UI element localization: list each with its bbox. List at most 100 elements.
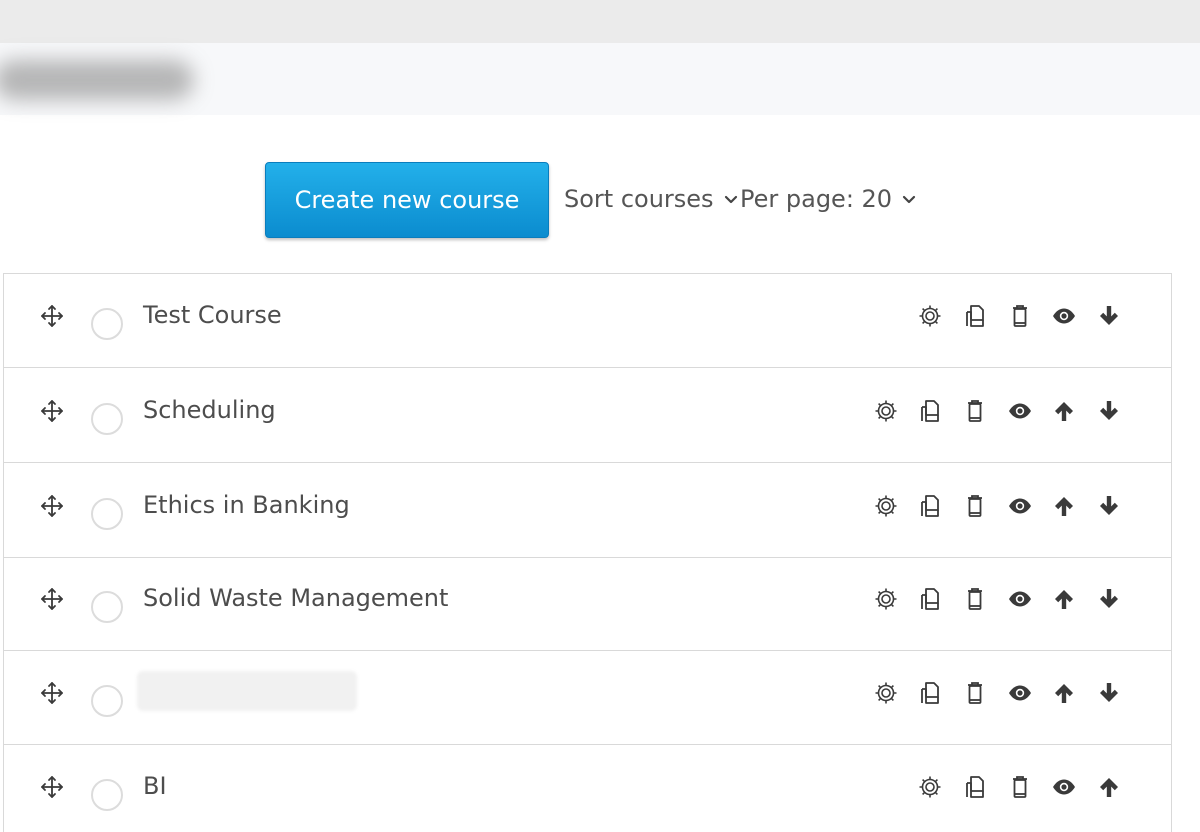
course-row — [4, 651, 1171, 745]
copy-icon — [917, 398, 943, 424]
eye-icon — [1007, 680, 1033, 706]
eye-icon — [1051, 303, 1077, 329]
edit-settings-button[interactable] — [873, 586, 899, 612]
delete-icon — [1007, 774, 1033, 800]
arrow-down-icon — [1096, 680, 1122, 706]
create-new-course-button[interactable]: Create new course — [265, 162, 549, 238]
course-select-checkbox[interactable] — [91, 779, 123, 811]
course-name-link[interactable]: BI — [143, 772, 167, 800]
course-row: Scheduling — [4, 369, 1171, 463]
move-up-button[interactable] — [1051, 586, 1077, 612]
eye-icon — [1051, 774, 1077, 800]
course-select-checkbox[interactable] — [91, 498, 123, 530]
arrow-up-icon — [1051, 398, 1077, 424]
delete-course-button[interactable] — [962, 398, 988, 424]
gear-icon — [873, 398, 899, 424]
delete-icon — [1007, 303, 1033, 329]
move-down-button[interactable] — [1096, 493, 1122, 519]
edit-settings-button[interactable] — [917, 774, 943, 800]
delete-course-button[interactable] — [1007, 774, 1033, 800]
course-name-link[interactable]: Solid Waste Management — [143, 584, 448, 612]
copy-course-button[interactable] — [962, 303, 988, 329]
move-up-button[interactable] — [1051, 493, 1077, 519]
move-up-button[interactable] — [1051, 398, 1077, 424]
delete-icon — [962, 398, 988, 424]
delete-course-button[interactable] — [962, 493, 988, 519]
toggle-visibility-button[interactable] — [1007, 586, 1033, 612]
copy-icon — [962, 774, 988, 800]
move-icon[interactable] — [40, 587, 64, 611]
arrow-down-icon — [1096, 586, 1122, 612]
chevron-down-icon — [724, 195, 737, 204]
toggle-visibility-button[interactable] — [1051, 303, 1077, 329]
course-select-checkbox[interactable] — [91, 403, 123, 435]
eye-icon — [1007, 493, 1033, 519]
sort-courses-label: Sort courses — [564, 185, 714, 213]
arrow-up-icon — [1096, 774, 1122, 800]
move-icon[interactable] — [40, 304, 64, 328]
delete-icon — [962, 493, 988, 519]
course-toolbar: Create new course Sort courses Per page:… — [0, 162, 1200, 238]
move-icon[interactable] — [40, 681, 64, 705]
browser-top-strip — [0, 0, 1200, 43]
arrow-up-icon — [1051, 586, 1077, 612]
delete-course-button[interactable] — [962, 586, 988, 612]
course-row: Solid Waste Management — [4, 557, 1171, 651]
copy-course-button[interactable] — [917, 680, 943, 706]
copy-course-button[interactable] — [917, 398, 943, 424]
course-name-link[interactable]: Test Course — [143, 301, 282, 329]
edit-settings-button[interactable] — [873, 398, 899, 424]
toggle-visibility-button[interactable] — [1007, 398, 1033, 424]
delete-icon — [962, 680, 988, 706]
course-row: Ethics in Banking — [4, 464, 1171, 558]
course-row: Test Course — [4, 274, 1171, 368]
eye-icon — [1007, 398, 1033, 424]
copy-course-button[interactable] — [917, 586, 943, 612]
course-list: Test Course Scheduling Ethics in Banking So… — [3, 273, 1172, 832]
gear-icon — [873, 586, 899, 612]
move-icon[interactable] — [40, 494, 64, 518]
arrow-down-icon — [1096, 398, 1122, 424]
edit-settings-button[interactable] — [873, 680, 899, 706]
move-down-button[interactable] — [1096, 303, 1122, 329]
course-name-link[interactable]: Scheduling — [143, 396, 276, 424]
gear-icon — [917, 303, 943, 329]
gear-icon — [873, 493, 899, 519]
copy-icon — [962, 303, 988, 329]
move-down-button[interactable] — [1096, 680, 1122, 706]
copy-course-button[interactable] — [962, 774, 988, 800]
per-page-label: Per page: 20 — [740, 185, 893, 213]
move-icon[interactable] — [40, 775, 64, 799]
copy-icon — [917, 680, 943, 706]
gear-icon — [917, 774, 943, 800]
toggle-visibility-button[interactable] — [1007, 680, 1033, 706]
course-select-checkbox[interactable] — [91, 685, 123, 717]
eye-icon — [1007, 586, 1033, 612]
toggle-visibility-button[interactable] — [1007, 493, 1033, 519]
delete-course-button[interactable] — [1007, 303, 1033, 329]
move-down-button[interactable] — [1096, 398, 1122, 424]
course-select-checkbox[interactable] — [91, 308, 123, 340]
arrow-down-icon — [1096, 493, 1122, 519]
redacted-header-title — [0, 60, 194, 100]
copy-course-button[interactable] — [917, 493, 943, 519]
course-row: BI — [4, 745, 1171, 832]
move-up-button[interactable] — [1096, 774, 1122, 800]
move-up-button[interactable] — [1051, 680, 1077, 706]
move-icon[interactable] — [40, 399, 64, 423]
arrow-up-icon — [1051, 680, 1077, 706]
move-down-button[interactable] — [1096, 586, 1122, 612]
toggle-visibility-button[interactable] — [1051, 774, 1077, 800]
copy-icon — [917, 586, 943, 612]
sort-courses-dropdown[interactable]: Sort courses — [564, 185, 738, 213]
edit-settings-button[interactable] — [873, 493, 899, 519]
edit-settings-button[interactable] — [917, 303, 943, 329]
delete-icon — [962, 586, 988, 612]
course-select-checkbox[interactable] — [91, 591, 123, 623]
arrow-down-icon — [1096, 303, 1122, 329]
gear-icon — [873, 680, 899, 706]
redacted-course-name — [137, 671, 357, 711]
course-name-link[interactable]: Ethics in Banking — [143, 491, 350, 519]
delete-course-button[interactable] — [962, 680, 988, 706]
per-page-dropdown[interactable]: Per page: 20 — [740, 185, 916, 213]
